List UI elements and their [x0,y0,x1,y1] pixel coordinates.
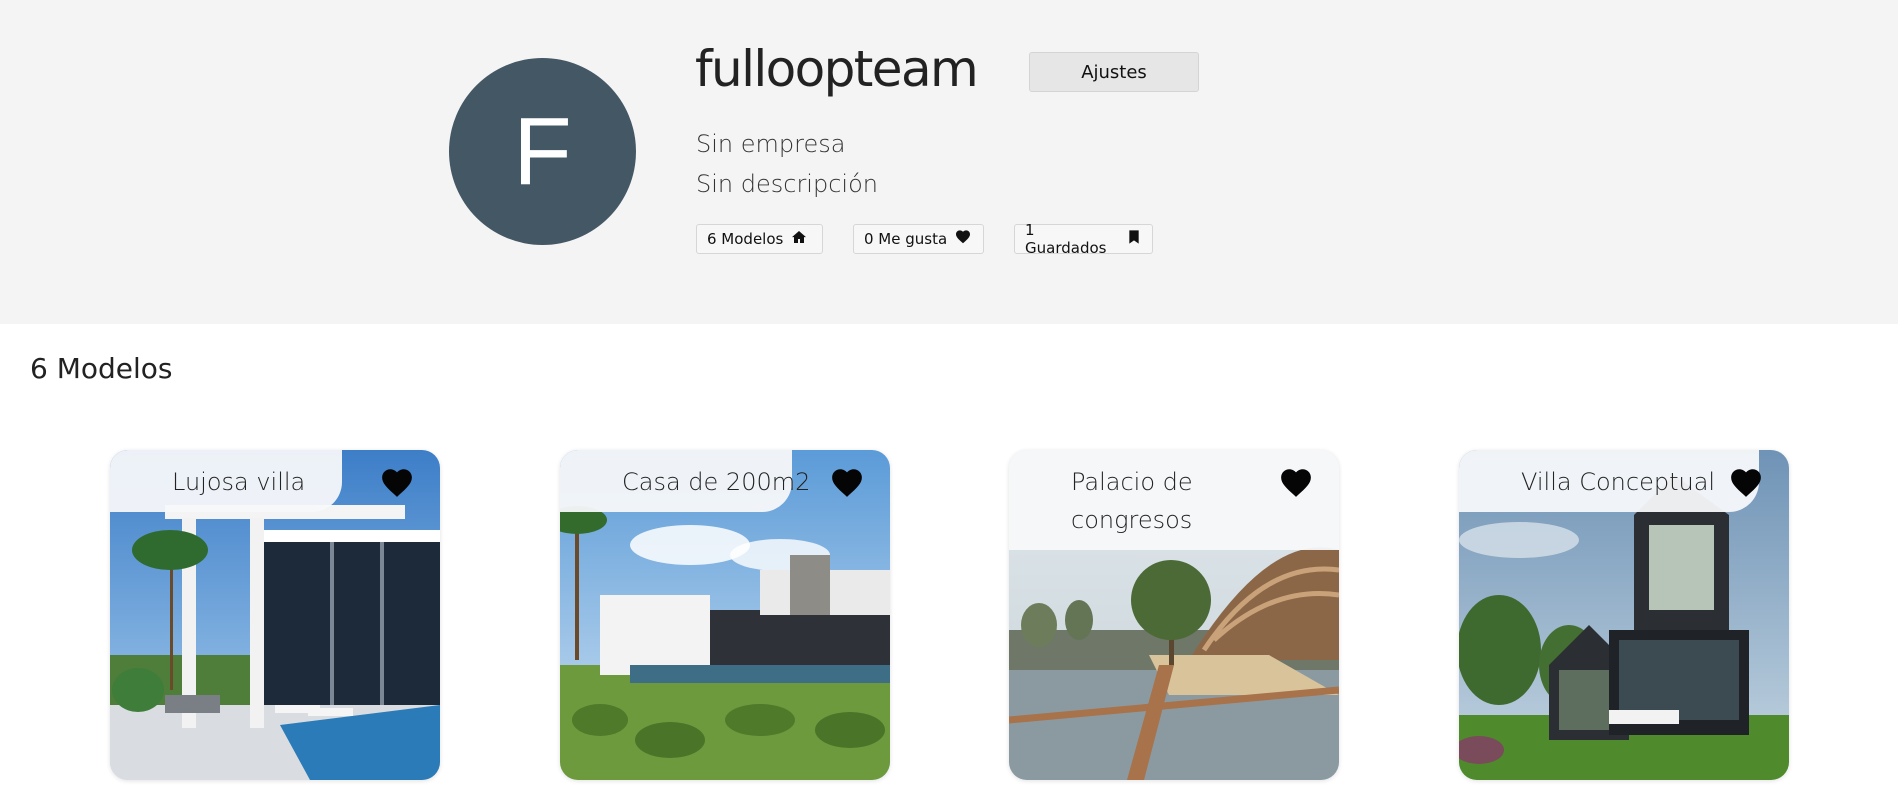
heart-icon[interactable] [380,467,414,501]
card-title: Lujosa villa [172,468,306,496]
description-text: Sin descripción [696,170,878,198]
company-text: Sin empresa [696,130,846,158]
heart-icon[interactable] [830,467,864,501]
username: fulloopteam [695,40,979,98]
saved-count-badge[interactable]: 1 Guardados [1014,221,1153,257]
likes-count-label: 0 Me gusta [864,230,948,248]
avatar-initial: F [513,97,572,205]
model-card-lujosa-villa[interactable]: Lujosa villa [110,450,440,780]
card-title: Villa Conceptual [1521,468,1716,496]
models-count-badge[interactable]: 6 Modelos [696,224,823,254]
heart-icon[interactable] [1729,467,1763,501]
model-card-villa-conceptual[interactable]: Villa Conceptual [1459,450,1789,780]
likes-count-badge[interactable]: 0 Me gusta [853,224,984,254]
heart-icon[interactable] [1279,467,1313,501]
model-card-palacio-congresos[interactable]: Palacio de congresos [1009,450,1339,780]
avatar: F [449,58,636,245]
settings-button[interactable]: Ajustes [1029,52,1199,92]
profile-header: F fulloopteam Ajustes Sin empresa Sin de… [0,0,1898,324]
saved-count-label: 1 Guardados [1025,221,1107,257]
model-card-casa-200m2[interactable]: Casa de 200m2 [560,450,890,780]
models-count-label: 6 Modelos [707,230,784,248]
bookmark-icon [1126,229,1142,249]
card-title: Casa de 200m2 [622,468,811,496]
card-title: Palacio de congresos [1071,468,1193,534]
heart-icon [955,229,971,249]
models-section-title: 6 Modelos [30,352,173,385]
home-icon [791,229,807,249]
